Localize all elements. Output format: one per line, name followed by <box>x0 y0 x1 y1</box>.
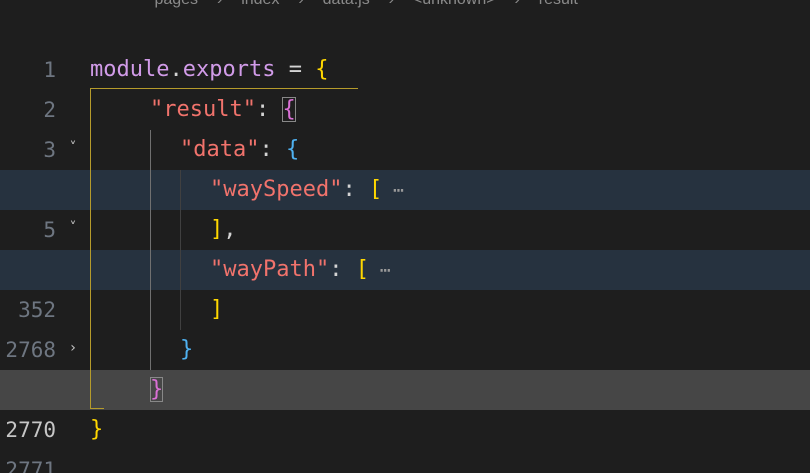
code-text: "result": { <box>150 97 296 122</box>
breadcrumb-item-unknown[interactable]: <unknown> <box>413 0 496 10</box>
breadcrumb-separator: › <box>389 0 394 10</box>
matched-bracket: } <box>150 377 164 402</box>
code-line[interactable]: 1 <box>0 10 810 82</box>
breadcrumb-separator: › <box>217 0 222 10</box>
bracket-scope-line <box>90 88 91 408</box>
code-text: } <box>150 370 164 410</box>
code-text: "data": { <box>180 137 300 162</box>
code-text: module.exports = { <box>90 57 329 82</box>
breadcrumb-item-index[interactable]: index <box>241 0 279 10</box>
line-number: 2771 <box>5 458 56 473</box>
code-line-folded[interactable]: 5 › "waySpeed": [ ⋯ <box>0 170 810 276</box>
code-line[interactable]: 2 ˅ module.exports = { <box>0 50 810 156</box>
code-line[interactable]: 2769 } <box>0 330 810 402</box>
fold-ellipsis-icon[interactable]: ⋯ <box>369 260 391 281</box>
code-text: "waySpeed": [ ⋯ <box>210 177 404 202</box>
breadcrumb: pages › index › data.js › <unknown> › re… <box>0 0 810 10</box>
code-editor[interactable]: pages › index › data.js › <unknown> › re… <box>0 0 810 473</box>
bracket-scope-line <box>90 408 104 409</box>
code-text: "wayPath": [ ⋯ <box>210 257 391 282</box>
code-text: ] <box>210 297 224 322</box>
code-line[interactable]: 4 ˅ "data": { <box>0 130 810 236</box>
breadcrumb-item-pages[interactable]: pages <box>154 0 198 10</box>
indent-guide <box>180 170 181 330</box>
breadcrumb-item-file[interactable]: data.js <box>323 0 370 10</box>
breadcrumb-item-result[interactable]: result <box>539 0 578 10</box>
indent-guide <box>150 130 151 370</box>
matched-bracket: { <box>282 97 296 122</box>
code-text: ], <box>210 217 237 242</box>
code-line[interactable]: 2771 } <box>0 410 810 473</box>
code-line-current[interactable]: 2770 } <box>0 370 810 442</box>
breadcrumb-separator: › <box>515 0 520 10</box>
code-text: } <box>90 417 104 442</box>
fold-ellipsis-icon[interactable]: ⋯ <box>382 180 404 201</box>
bracket-scope-line <box>90 88 358 89</box>
code-line[interactable]: 351 ], <box>0 210 810 282</box>
code-line[interactable]: 3 ˅ "result": { <box>0 90 810 196</box>
code-line[interactable]: 2768 ] <box>0 290 810 362</box>
breadcrumb-separator: › <box>298 0 303 10</box>
code-line-folded[interactable]: 352 › "wayPath": [ ⋯ <box>0 250 810 356</box>
code-text: } <box>180 337 194 362</box>
